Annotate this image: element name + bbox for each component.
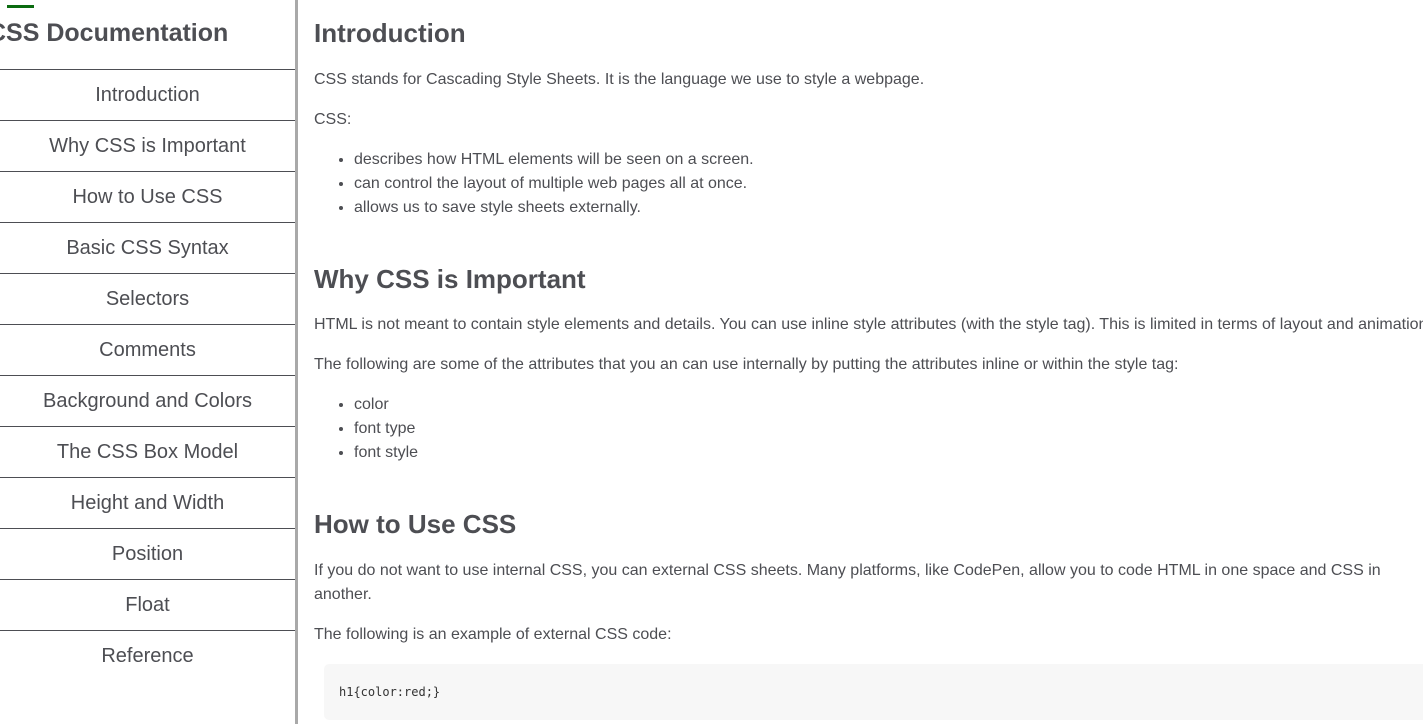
nav-item: Selectors <box>0 273 295 324</box>
section-paragraph: CSS: <box>314 111 352 128</box>
nav-item: Introduction <box>0 69 295 120</box>
list-item: can control the layout of multiple web p… <box>354 172 754 196</box>
nav-link-why-css-is-important[interactable]: Why CSS is Important <box>0 120 295 171</box>
nav-item: Comments <box>0 324 295 375</box>
section-list: describes how HTML elements will be seen… <box>314 148 754 220</box>
section-list: color font type font style <box>314 393 418 465</box>
nav-link-comments[interactable]: Comments <box>0 324 295 375</box>
nav-item: Why CSS is Important <box>0 120 295 171</box>
list-item: font type <box>354 417 418 441</box>
code-block: h1{color:red;} <box>324 664 1423 720</box>
section-paragraph: If you do not want to use internal CSS, … <box>314 562 1381 603</box>
nav-list: Introduction Why CSS is Important How to… <box>0 69 295 681</box>
section-paragraph: HTML is not meant to contain style eleme… <box>314 316 1423 333</box>
nav-link-reference[interactable]: Reference <box>0 630 295 681</box>
nav-link-position[interactable]: Position <box>0 528 295 579</box>
section-title: How to Use CSS <box>314 509 517 539</box>
nav-item: Basic CSS Syntax <box>0 222 295 273</box>
nav-link-the-css-box-model[interactable]: The CSS Box Model <box>0 426 295 477</box>
nav-link-introduction[interactable]: Introduction <box>0 69 295 120</box>
list-item: color <box>354 393 418 417</box>
list-item: font style <box>354 441 418 465</box>
nav-link-float[interactable]: Float <box>0 579 295 630</box>
section-title: Introduction <box>314 18 466 48</box>
main-doc: Introduction CSS stands for Cascading St… <box>314 0 1423 724</box>
nav-item: Float <box>0 579 295 630</box>
nav-item: Position <box>0 528 295 579</box>
nav-accent-bar <box>7 5 34 8</box>
nav-link-background-and-colors[interactable]: Background and Colors <box>0 375 295 426</box>
section-title: Why CSS is Important <box>314 264 586 294</box>
nav-item: The CSS Box Model <box>0 426 295 477</box>
list-item: describes how HTML elements will be seen… <box>354 148 754 172</box>
section-paragraph: The following is an example of external … <box>314 626 672 643</box>
nav-item: Background and Colors <box>0 375 295 426</box>
nav-item: Height and Width <box>0 477 295 528</box>
nav-link-basic-css-syntax[interactable]: Basic CSS Syntax <box>0 222 295 273</box>
nav-item: How to Use CSS <box>0 171 295 222</box>
section-paragraph: CSS stands for Cascading Style Sheets. I… <box>314 71 925 88</box>
nav-link-selectors[interactable]: Selectors <box>0 273 295 324</box>
section-paragraph: The following are some of the attributes… <box>314 356 1179 373</box>
nav-link-height-and-width[interactable]: Height and Width <box>0 477 295 528</box>
navbar: CSS Documentation Introduction Why CSS i… <box>0 0 298 724</box>
nav-link-how-to-use-css[interactable]: How to Use CSS <box>0 171 295 222</box>
nav-item: Reference <box>0 630 295 681</box>
nav-header: CSS Documentation <box>0 19 229 47</box>
list-item: allows us to save style sheets externall… <box>354 196 754 220</box>
